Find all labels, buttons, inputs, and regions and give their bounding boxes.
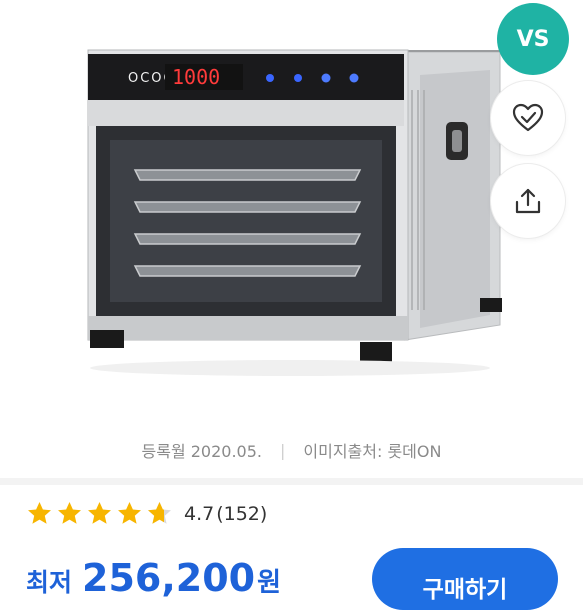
price-value: 256,200 bbox=[82, 556, 256, 600]
product-image[interactable]: OCOO 1000 bbox=[60, 30, 510, 390]
like-button[interactable] bbox=[491, 81, 565, 155]
star-rating bbox=[26, 500, 173, 527]
registered-date: 등록월 2020.05. bbox=[141, 442, 263, 461]
product-image-area: OCOO 1000 VS bbox=[0, 0, 583, 415]
price-label: 최저 bbox=[26, 568, 73, 597]
display-readout: 1000 bbox=[172, 65, 220, 89]
vs-compare-button[interactable]: VS bbox=[497, 3, 569, 75]
image-source: 이미지출처: 롯데ON bbox=[303, 442, 442, 461]
lowest-price: 최저 256,200 원 bbox=[26, 556, 281, 600]
heart-check-icon bbox=[512, 103, 544, 132]
star-icon bbox=[88, 502, 111, 524]
price-unit: 원 bbox=[257, 568, 282, 598]
product-meta: 등록월 2020.05. | 이미지출처: 롯데ON bbox=[0, 438, 583, 462]
star-icon bbox=[58, 502, 81, 524]
review-count: (152) bbox=[216, 502, 268, 525]
buy-button[interactable]: 구매하기 bbox=[372, 548, 558, 610]
buy-button-label: 구매하기 bbox=[422, 577, 508, 603]
vs-compare-label: VS bbox=[516, 26, 550, 52]
star-half-icon bbox=[148, 502, 171, 524]
star-icon bbox=[118, 502, 141, 524]
star-icon bbox=[28, 502, 51, 524]
rating-value: 4.7 bbox=[184, 502, 215, 525]
rating-summary[interactable]: 4.7 (152) bbox=[26, 500, 267, 527]
share-icon bbox=[515, 188, 541, 214]
meta-separator: | bbox=[280, 440, 286, 460]
share-button[interactable] bbox=[491, 164, 565, 238]
section-divider bbox=[0, 478, 583, 485]
